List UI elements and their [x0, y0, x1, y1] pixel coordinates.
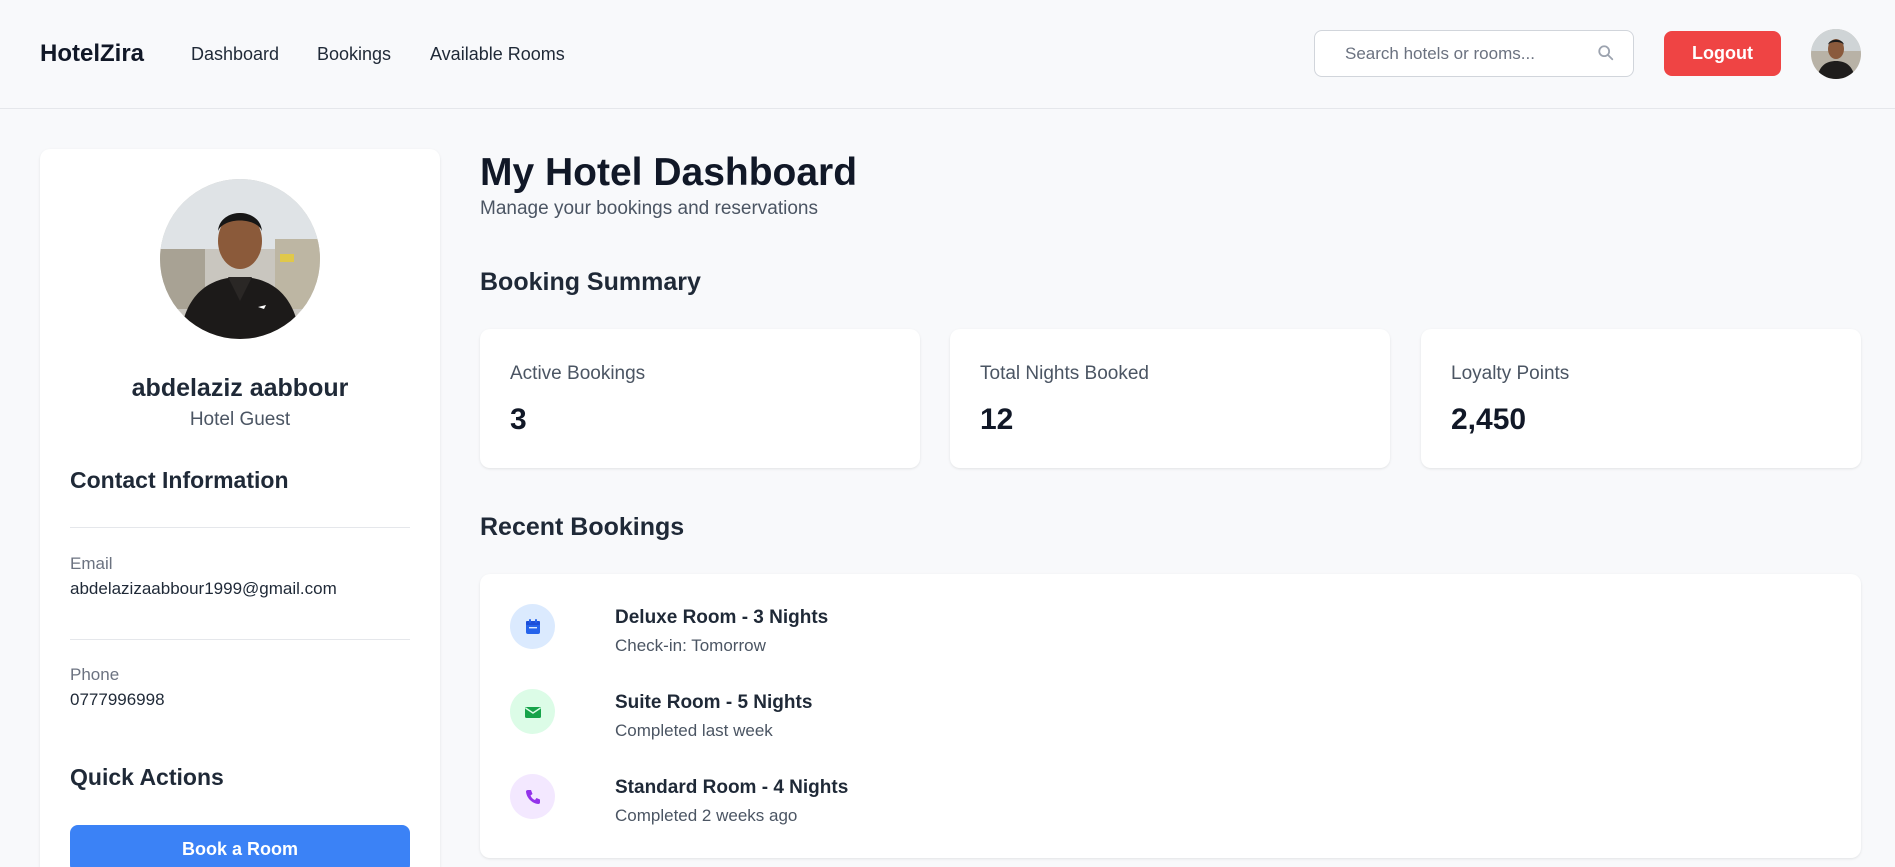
booking-subtitle: Completed 2 weeks ago — [615, 806, 798, 825]
envelope-icon — [510, 689, 555, 734]
brand-logo[interactable]: HotelZira — [40, 40, 144, 68]
profile-sidebar: abdelaziz aabbour Hotel Guest Contact In… — [40, 149, 440, 867]
profile-photo — [160, 179, 320, 339]
stat-label: Active Bookings — [510, 363, 646, 384]
divider — [70, 527, 410, 528]
booking-title: Suite Room - 5 Nights — [615, 692, 813, 713]
stat-value: 2,450 — [1451, 403, 1527, 436]
email-value[interactable]: abdelazizaabbour1999@gmail.com — [70, 579, 337, 599]
stat-value: 12 — [980, 403, 1014, 436]
booking-subtitle: Check-in: Tomorrow — [615, 636, 766, 655]
quick-actions-heading: Quick Actions — [70, 764, 224, 790]
book-room-button[interactable]: Book a Room — [70, 825, 410, 867]
list-item[interactable]: Suite Room - 5 Nights Completed last wee… — [510, 689, 1830, 749]
stat-label: Loyalty Points — [1451, 363, 1570, 384]
nav-link-dashboard[interactable]: Dashboard — [191, 44, 279, 65]
logout-button[interactable]: Logout — [1664, 31, 1781, 76]
recent-bookings-list: Deluxe Room - 3 Nights Check-in: Tomorro… — [480, 574, 1861, 858]
contact-info-heading: Contact Information — [70, 467, 289, 493]
nav-link-available-rooms[interactable]: Available Rooms — [430, 44, 565, 65]
profile-name: abdelaziz aabbour — [131, 374, 349, 402]
divider — [70, 639, 410, 640]
stat-card-total-nights: Total Nights Booked 12 — [950, 329, 1390, 468]
phone-icon — [510, 774, 555, 819]
booking-subtitle: Completed last week — [615, 721, 773, 740]
phone-label: Phone — [70, 665, 120, 684]
nav-link-bookings[interactable]: Bookings — [317, 44, 391, 65]
email-label: Email — [70, 554, 113, 573]
stat-card-active-bookings: Active Bookings 3 — [480, 329, 920, 468]
list-item[interactable]: Standard Room - 4 Nights Completed 2 wee… — [510, 774, 1830, 834]
booking-summary-heading: Booking Summary — [480, 268, 701, 296]
user-avatar[interactable] — [1811, 29, 1861, 79]
avatar-photo — [1811, 29, 1861, 79]
search-box — [1314, 30, 1634, 77]
profile-avatar — [160, 179, 320, 339]
search-icon[interactable] — [1597, 44, 1615, 62]
top-navbar: HotelZira Dashboard Bookings Available R… — [0, 0, 1895, 109]
calendar-icon — [510, 604, 555, 649]
profile-role: Hotel Guest — [189, 409, 291, 430]
phone-value[interactable]: 0777996998 — [70, 690, 165, 710]
booking-title: Standard Room - 4 Nights — [615, 777, 849, 798]
search-input[interactable] — [1345, 43, 1585, 64]
page-subtitle: Manage your bookings and reservations — [480, 198, 818, 219]
stat-card-loyalty-points: Loyalty Points 2,450 — [1421, 329, 1861, 468]
booking-title: Deluxe Room - 3 Nights — [615, 607, 829, 628]
page-title: My Hotel Dashboard — [480, 151, 858, 194]
stat-label: Total Nights Booked — [980, 363, 1149, 384]
list-item[interactable]: Deluxe Room - 3 Nights Check-in: Tomorro… — [510, 604, 1830, 664]
recent-bookings-heading: Recent Bookings — [480, 513, 685, 541]
stat-value: 3 — [510, 403, 527, 436]
